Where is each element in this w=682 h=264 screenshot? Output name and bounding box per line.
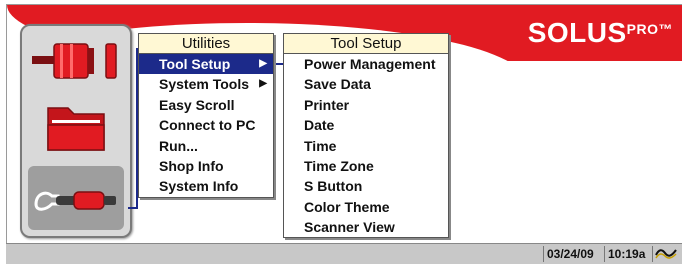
menu-item-date[interactable]: Date [284, 115, 448, 135]
menu-item-power-management[interactable]: Power Management [284, 54, 448, 74]
status-bar: 03/24/09 10:19a [6, 243, 682, 264]
menu-item-label: Time Zone [304, 157, 374, 174]
menu-item-run[interactable]: Run... [139, 136, 273, 156]
menu-item-label: Run... [159, 137, 198, 154]
signal-wave-icon [652, 246, 681, 262]
menu-item-tool-setup[interactable]: Tool Setup ▶ [139, 54, 273, 75]
submenu-arrow-icon: ▶ [259, 78, 267, 90]
menu-item-time[interactable]: Time [284, 136, 448, 156]
menu-item-label: Color Theme [304, 198, 390, 215]
menu-item-label: Tool Setup [159, 56, 231, 72]
menu-item-printer[interactable]: Printer [284, 95, 448, 115]
scanner-icon [32, 43, 117, 79]
brand-tm: ™ [658, 21, 673, 37]
folder-icon [47, 107, 105, 151]
menu-item-time-zone[interactable]: Time Zone [284, 156, 448, 176]
menu-item-connect-to-pc[interactable]: Connect to PC [139, 115, 273, 135]
status-date: 03/24/09 [543, 246, 599, 262]
wrench-icon [34, 191, 116, 211]
menu-item-color-theme[interactable]: Color Theme [284, 197, 448, 217]
brand-logo: SOLUSPRO™ [528, 17, 673, 49]
menu-item-s-button[interactable]: S Button [284, 176, 448, 196]
status-time: 10:19a [604, 246, 650, 262]
menu-item-label: Connect to PC [159, 117, 256, 134]
menu-item-system-tools[interactable]: System Tools ▶ [139, 74, 273, 94]
sidebar-item-utilities[interactable] [28, 166, 124, 230]
menu-item-save-data[interactable]: Save Data [284, 74, 448, 94]
submenu-arrow-icon: ▶ [259, 58, 267, 69]
menu-item-label: Scanner View [304, 219, 395, 236]
signal-wave-icon [655, 249, 677, 259]
sidebar [20, 24, 132, 238]
menu-item-label: System Tools [159, 76, 249, 93]
utilities-menu-title: Utilities [139, 34, 273, 54]
menu-item-label: Shop Info [159, 157, 224, 174]
menu-item-label: Power Management [304, 56, 436, 72]
menu-item-label: Easy Scroll [159, 96, 235, 113]
sidebar-item-folder[interactable] [28, 98, 124, 156]
menu-item-label: S Button [304, 178, 363, 195]
menu-item-label: Printer [304, 96, 350, 113]
menu-item-easy-scroll[interactable]: Easy Scroll [139, 95, 273, 115]
menu-item-shop-info[interactable]: Shop Info [139, 156, 273, 176]
sidebar-item-scanner[interactable] [28, 32, 124, 90]
tool-setup-menu-title: Tool Setup [284, 34, 448, 54]
brand-suffix: PRO [626, 21, 659, 37]
menu-item-label: Save Data [304, 76, 371, 93]
menu-item-scanner-view[interactable]: Scanner View [284, 217, 448, 237]
menu-item-label: System Info [159, 178, 239, 195]
brand-name: SOLUS [527, 17, 627, 48]
menu-item-label: Time [304, 137, 337, 154]
utilities-menu: Utilities Tool Setup ▶ System Tools ▶ Easy… [138, 33, 274, 198]
menu-item-system-info[interactable]: System Info [139, 176, 273, 196]
tool-setup-menu: Tool Setup Power Management Save Data Pr… [283, 33, 449, 238]
menu-item-label: Date [304, 117, 335, 134]
